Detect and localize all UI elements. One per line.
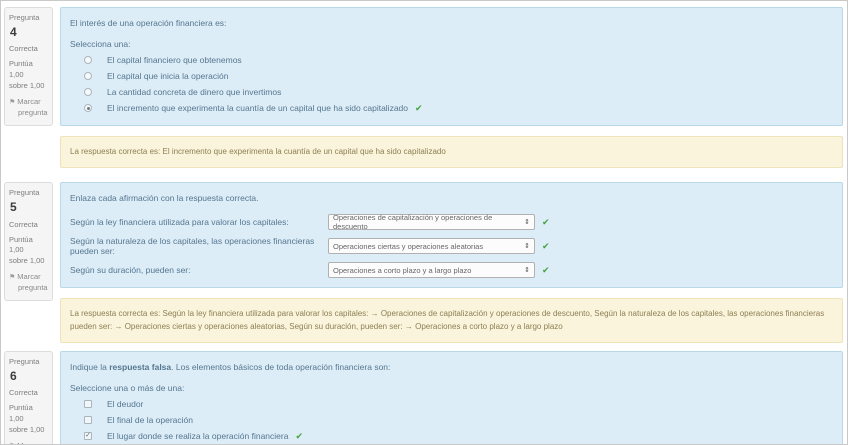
question-grade-line1: Puntúa 1,00	[9, 235, 48, 257]
question-state: Correcta	[9, 220, 48, 231]
right-answer-feedback: La respuesta correcta es: El incremento …	[60, 136, 843, 168]
selected-option-text: Operaciones de capitalización y operacio…	[333, 213, 520, 231]
flag-question-link[interactable]: ⚑Marcar pregunta	[9, 97, 48, 119]
correct-check-icon: ✔	[542, 242, 550, 251]
option-label: La cantidad concreta de dinero que inver…	[107, 87, 281, 97]
question-number: Pregunta 4	[9, 13, 48, 41]
answer-option-selected[interactable]: El incremento que experimenta la cuantía…	[70, 100, 833, 116]
right-answer-feedback: La respuesta correcta es: Según la ley f…	[60, 298, 843, 343]
radio-unselected-icon[interactable]	[84, 88, 92, 96]
select-arrows-icon: ⇕	[524, 266, 530, 274]
answer-option[interactable]: La cantidad concreta de dinero que inver…	[70, 84, 833, 100]
radio-unselected-icon[interactable]	[84, 56, 92, 64]
question-state: Correcta	[9, 44, 48, 55]
match-label: Según la ley financiera utilizada para v…	[70, 217, 328, 227]
match-answer-select[interactable]: Operaciones ciertas y operaciones aleato…	[328, 238, 535, 254]
flag-icon: ⚑	[9, 99, 15, 106]
select-arrows-icon: ⇕	[524, 218, 530, 226]
option-label: El incremento que experimenta la cuantía…	[107, 103, 408, 113]
question-content-6: Indique la respuesta falsa. Los elemento…	[60, 351, 843, 445]
option-label: El deudor	[107, 399, 143, 409]
flag-question-link[interactable]: ⚑Marcar pregunta	[9, 441, 48, 445]
question-grade-line1: Puntúa 1,00	[9, 403, 48, 425]
option-label: El capital que inicia la operación	[107, 71, 228, 81]
answer-option[interactable]: El capital financiero que obtenemos	[70, 52, 833, 68]
question-info-6: Pregunta 6 Correcta Puntúa 1,00 sobre 1,…	[4, 351, 53, 445]
question-number: Pregunta 6	[9, 357, 48, 385]
question-text: Indique la respuesta falsa. Los elemento…	[70, 362, 833, 372]
question-block-5: Pregunta 5 Correcta Puntúa 1,00 sobre 1,…	[4, 182, 843, 343]
question-content-4: El interés de una operación financiera e…	[60, 7, 843, 168]
question-formulation-6: Indique la respuesta falsa. Los elemento…	[60, 351, 843, 445]
match-label: Según su duración, pueden ser:	[70, 265, 328, 275]
match-row: Según su duración, pueden ser: Operacion…	[70, 262, 833, 278]
match-label: Según la naturaleza de los capitales, la…	[70, 236, 328, 256]
option-label: El final de la operación	[107, 415, 193, 425]
radio-unselected-icon[interactable]	[84, 72, 92, 80]
flag-icon: ⚑	[9, 274, 15, 281]
question-number: Pregunta 5	[9, 188, 48, 216]
answer-prompt: Seleccione una o más de una:	[70, 383, 833, 393]
correct-check-icon: ✔	[542, 266, 550, 275]
question-grade-line1: Puntúa 1,00	[9, 59, 48, 81]
question-formulation-4: El interés de una operación financiera e…	[60, 7, 843, 126]
answer-option-checked[interactable]: ✓ El lugar donde se realiza la operación…	[70, 428, 833, 444]
match-answer-select[interactable]: Operaciones a corto plazo y a largo plaz…	[328, 262, 535, 278]
question-formulation-5: Enlaza cada afirmación con la respuesta …	[60, 182, 843, 288]
question-state: Correcta	[9, 388, 48, 399]
answer-option[interactable]: El final de la operación	[70, 412, 833, 428]
correct-check-icon: ✔	[295, 432, 303, 441]
answer-option[interactable]: El deudor	[70, 396, 833, 412]
correct-check-icon: ✔	[415, 104, 423, 113]
correct-check-icon: ✔	[542, 218, 550, 227]
radio-selected-icon[interactable]	[84, 104, 92, 112]
select-arrows-icon: ⇕	[524, 242, 530, 250]
checkbox-checked-icon[interactable]: ✓	[84, 432, 92, 440]
quiz-review-page: Pregunta 4 Correcta Puntúa 1,00 sobre 1,…	[0, 0, 848, 445]
flag-question-link[interactable]: ⚑Marcar pregunta	[9, 272, 48, 294]
option-label: El capital financiero que obtenemos	[107, 55, 242, 65]
selected-option-text: Operaciones ciertas y operaciones aleato…	[333, 242, 483, 251]
question-text: El interés de una operación financiera e…	[70, 18, 833, 28]
question-block-6: Pregunta 6 Correcta Puntúa 1,00 sobre 1,…	[4, 351, 843, 445]
match-answer-select[interactable]: Operaciones de capitalización y operacio…	[328, 214, 535, 230]
match-row: Según la naturaleza de los capitales, la…	[70, 236, 833, 256]
question-content-5: Enlaza cada afirmación con la respuesta …	[60, 182, 843, 343]
question-text: Enlaza cada afirmación con la respuesta …	[70, 193, 833, 203]
answer-option[interactable]: El capital que inicia la operación	[70, 68, 833, 84]
question-info-5: Pregunta 5 Correcta Puntúa 1,00 sobre 1,…	[4, 182, 53, 301]
match-row: Según la ley financiera utilizada para v…	[70, 214, 833, 230]
question-grade-line2: sobre 1,00	[9, 81, 48, 92]
answer-prompt: Selecciona una:	[70, 39, 833, 49]
question-info-4: Pregunta 4 Correcta Puntúa 1,00 sobre 1,…	[4, 7, 53, 126]
question-grade-line2: sobre 1,00	[9, 256, 48, 267]
option-label: El lugar donde se realiza la operación f…	[107, 431, 288, 441]
question-grade-line2: sobre 1,00	[9, 425, 48, 436]
selected-option-text: Operaciones a corto plazo y a largo plaz…	[333, 266, 471, 275]
checkbox-unchecked-icon[interactable]	[84, 416, 92, 424]
question-block-4: Pregunta 4 Correcta Puntúa 1,00 sobre 1,…	[4, 7, 843, 168]
checkbox-unchecked-icon[interactable]	[84, 400, 92, 408]
